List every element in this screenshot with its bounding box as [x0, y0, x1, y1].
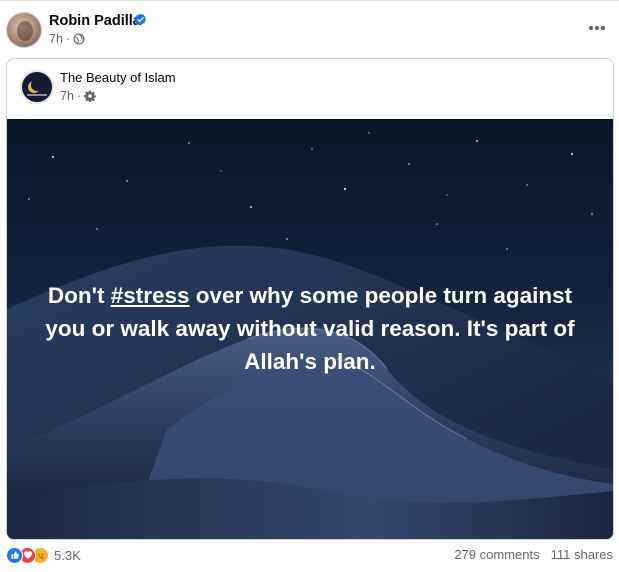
meta-separator: · [65, 32, 71, 46]
shared-post-meta: 7h · [60, 89, 96, 103]
divider [0, 0, 619, 1]
quote-text-before: Don't [47, 283, 111, 308]
page-avatar[interactable] [20, 70, 54, 104]
hashtag-link[interactable]: #stress [111, 283, 190, 308]
comments-count[interactable]: 279 comments [454, 547, 539, 562]
shared-post-time[interactable]: 7h [60, 89, 74, 103]
meta-separator: · [76, 89, 82, 103]
more-icon [601, 26, 605, 30]
more-icon [595, 26, 599, 30]
post-quote-text: Don't #stress over why some people turn … [37, 279, 583, 378]
more-options-button[interactable] [583, 18, 611, 38]
page-name[interactable]: The Beauty of Islam [60, 70, 176, 85]
post-image[interactable]: Don't #stress over why some people turn … [7, 119, 613, 539]
reactions-summary[interactable]: 5.3K [6, 546, 81, 564]
shares-count[interactable]: 111 shares [551, 547, 613, 562]
more-icon [589, 26, 593, 30]
author-avatar[interactable] [6, 12, 42, 48]
author-name[interactable]: Robin Padilla [49, 13, 141, 29]
engagement-stats: 279 comments 111 shares [454, 547, 613, 562]
verified-badge-icon [134, 13, 147, 25]
shared-post-card[interactable]: The Beauty of Islam 7h · Don't #stress o… [6, 58, 614, 540]
post-time[interactable]: 7h [49, 32, 63, 46]
post-meta: 7h · [49, 32, 85, 46]
globe-icon [73, 33, 85, 45]
reaction-count[interactable]: 5.3K [54, 548, 81, 563]
like-icon [6, 546, 23, 564]
gear-icon [84, 90, 96, 102]
facebook-post: Robin Padilla 7h · The Beauty of Islam 7… [0, 0, 619, 572]
